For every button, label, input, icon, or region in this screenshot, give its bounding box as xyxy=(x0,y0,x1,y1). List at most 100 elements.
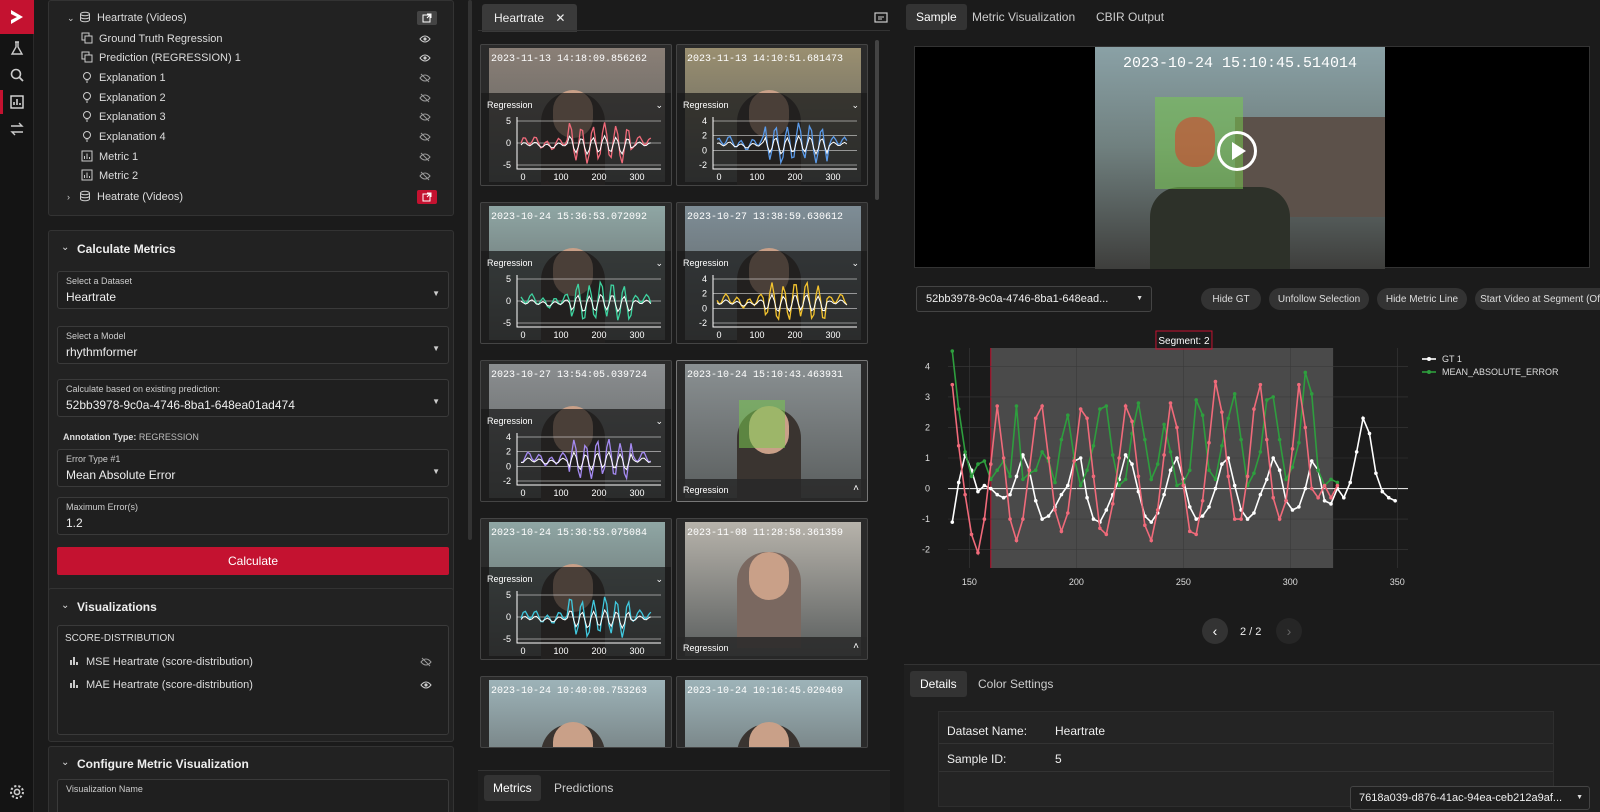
chevron-right-icon[interactable]: › xyxy=(67,192,79,202)
flask-icon[interactable] xyxy=(9,40,25,56)
y-tick-label: 3 xyxy=(925,392,930,402)
sample-thumbnail[interactable]: 2023-10-27 13:54:05.039724 Regression ⌄ 4 2 0… xyxy=(480,360,672,502)
panel-scrollbar[interactable] xyxy=(468,0,472,540)
tree-item[interactable]: Explanation 4 xyxy=(81,128,431,146)
logo-icon[interactable] xyxy=(0,0,34,34)
saliency-overlay xyxy=(739,400,785,448)
tree-item[interactable]: Explanation 1 xyxy=(81,69,431,87)
chevron-up-icon[interactable]: ˄ xyxy=(853,483,859,494)
tab-cbir-output[interactable]: CBIR Output xyxy=(1086,4,1174,30)
model-select[interactable]: Select a Model rhythmformer ▼ xyxy=(57,326,449,364)
eye-off-icon[interactable] xyxy=(419,93,431,106)
collapse-chevron-icon[interactable]: ⌄ xyxy=(61,242,69,253)
tab-color-settings[interactable]: Color Settings xyxy=(970,671,1061,697)
sample-thumbnail[interactable]: 2023-10-24 15:36:53.072092 Regression ⌄ 5 0-… xyxy=(480,202,672,344)
data-point xyxy=(1040,404,1044,408)
sample-thumbnail[interactable]: 2023-11-13 14:18:09.856262 Regression ⌄ 5 0-… xyxy=(480,44,672,186)
data-point xyxy=(1155,508,1160,512)
collapse-chevron-icon[interactable]: ⌄ xyxy=(61,757,69,768)
eye-icon[interactable] xyxy=(420,680,432,693)
close-icon[interactable]: ✕ xyxy=(555,11,565,25)
tree-item[interactable]: Prediction (REGRESSION) 1 xyxy=(81,49,431,67)
metric-chart[interactable]: -2 -1 0 1 2 3 4 150 200 250 300 350 Segment: 2 GT 1 ME… xyxy=(908,330,1588,600)
dataset-select[interactable]: Select a Dataset Heartrate ▼ xyxy=(57,271,449,309)
tree-item[interactable]: › Heatrate (Videos) xyxy=(67,188,183,206)
tree-item[interactable]: ⌄ Heartrate (Videos) xyxy=(67,9,187,27)
start-video-segment-button[interactable]: Start Video at Segment (Off) xyxy=(1475,288,1600,310)
previous-page-button[interactable]: ‹ xyxy=(1202,618,1228,644)
calculate-button[interactable]: Calculate xyxy=(57,547,449,575)
chart-icon[interactable] xyxy=(9,94,25,110)
visualization-item[interactable]: MSE Heartrate (score-distribution) xyxy=(70,654,438,670)
y-tick-label: 5 xyxy=(506,116,511,126)
gear-icon[interactable] xyxy=(9,784,25,800)
search-icon[interactable] xyxy=(9,67,25,83)
dropdown-arrow-icon: ▼ xyxy=(432,344,440,353)
tree-item[interactable]: Explanation 3 xyxy=(81,108,431,126)
open-external-icon[interactable] xyxy=(417,11,437,25)
chevron-down-icon[interactable]: ⌄ xyxy=(655,258,663,269)
x-tick-label: 300 xyxy=(825,172,840,182)
eye-off-icon[interactable] xyxy=(419,112,431,125)
tree-item[interactable]: Explanation 2 xyxy=(81,89,431,107)
chevron-down-icon[interactable]: ⌄ xyxy=(655,416,663,427)
collapsed-bar[interactable]: Regression ˄ xyxy=(677,637,867,659)
eye-icon[interactable] xyxy=(419,34,431,47)
sample-thumbnail[interactable]: 2023-10-27 13:38:59.630612 Regression ⌄ 4 2 0… xyxy=(676,202,868,344)
prediction-dropdown[interactable]: 52bb3978-9c0a-4746-8ba1-648ead... ▼ xyxy=(916,286,1152,312)
chevron-up-icon[interactable]: ˄ xyxy=(853,641,859,652)
tab-metrics[interactable]: Metrics xyxy=(484,775,541,801)
sample-thumbnail[interactable]: 2023-10-24 15:36:53.075084 Regression ⌄ 5 0-… xyxy=(480,518,672,660)
sample-thumbnail[interactable]: 2023-11-08 11:28:58.361359 Regression ˄ xyxy=(676,518,868,660)
tab-sample[interactable]: Sample xyxy=(906,4,967,30)
compare-icon[interactable] xyxy=(9,121,25,137)
nav-rail xyxy=(0,0,34,812)
visualization-item[interactable]: MAE Heartrate (score-distribution) xyxy=(70,677,438,693)
error-type-select[interactable]: Error Type #1 Mean Absolute Error ▼ xyxy=(57,449,449,487)
prediction-select[interactable]: Calculate based on existing prediction: … xyxy=(57,379,449,417)
visualization-name-input[interactable]: Visualization Name xyxy=(57,779,449,812)
caption-icon[interactable] xyxy=(874,12,888,27)
hide-gt-button[interactable]: Hide GT xyxy=(1201,288,1261,310)
tab-details[interactable]: Details xyxy=(910,671,967,697)
calculate-metrics-panel: ⌄ Calculate Metrics Select a Dataset Hea… xyxy=(48,230,454,594)
data-point xyxy=(1136,401,1141,405)
details-key: Dataset Name: xyxy=(947,724,1028,738)
open-external-icon[interactable] xyxy=(417,190,437,204)
collapsed-bar[interactable]: Regression ˄ xyxy=(677,479,867,501)
chevron-down-icon[interactable]: ⌄ xyxy=(851,100,859,111)
chevron-down-icon[interactable]: ⌄ xyxy=(851,258,859,269)
eye-off-icon[interactable] xyxy=(419,152,431,165)
data-point xyxy=(1149,477,1154,482)
sample-thumbnail[interactable]: 2023-10-24 15:10:43.463931 Regression ˄ xyxy=(676,360,868,502)
tab-metric-visualization[interactable]: Metric Visualization xyxy=(962,4,1085,30)
chevron-down-icon[interactable]: ⌄ xyxy=(655,574,663,585)
data-point xyxy=(976,489,980,494)
dropdown-arrow-icon: ▼ xyxy=(432,397,440,406)
play-icon[interactable] xyxy=(1217,131,1257,171)
video-player[interactable]: 2023-10-24 15:10:45.514014 xyxy=(914,46,1590,269)
sample-thumbnail[interactable]: 2023-11-13 14:10:51.681473 Regression ⌄ 4 2 0… xyxy=(676,44,868,186)
eye-off-icon[interactable] xyxy=(419,132,431,145)
max-error-input[interactable]: Maximum Error(s) 1.2 xyxy=(57,497,449,535)
eye-off-icon[interactable] xyxy=(420,657,432,670)
data-point xyxy=(1309,486,1314,491)
tab-predictions[interactable]: Predictions xyxy=(546,775,621,801)
tab-heartrate[interactable]: Heartrate ✕ xyxy=(482,4,578,32)
bottom-id-dropdown[interactable]: 7618a039-d876-41ac-94ea-ceb212a9af... ▼ xyxy=(1350,786,1590,810)
sample-thumbnail[interactable]: 2023-10-24 10:16:45.020469 xyxy=(676,676,868,748)
eye-off-icon[interactable] xyxy=(419,171,431,184)
eye-off-icon[interactable] xyxy=(419,73,431,86)
chevron-down-icon[interactable]: ⌄ xyxy=(655,100,663,111)
next-page-button[interactable]: › xyxy=(1276,618,1302,644)
chevron-down-icon[interactable]: ⌄ xyxy=(67,13,79,24)
tree-item[interactable]: Metric 1 xyxy=(81,148,431,166)
tree-item[interactable]: Metric 2 xyxy=(81,167,431,185)
unfollow-selection-button[interactable]: Unfollow Selection xyxy=(1269,288,1369,310)
grid-scrollbar[interactable] xyxy=(875,40,879,200)
eye-icon[interactable] xyxy=(419,53,431,66)
sample-thumbnail[interactable]: 2023-10-24 10:40:08.753263 xyxy=(480,676,672,748)
hide-metric-line-button[interactable]: Hide Metric Line xyxy=(1377,288,1467,310)
collapse-chevron-icon[interactable]: ⌄ xyxy=(61,600,69,611)
tree-item[interactable]: Ground Truth Regression xyxy=(81,30,431,48)
